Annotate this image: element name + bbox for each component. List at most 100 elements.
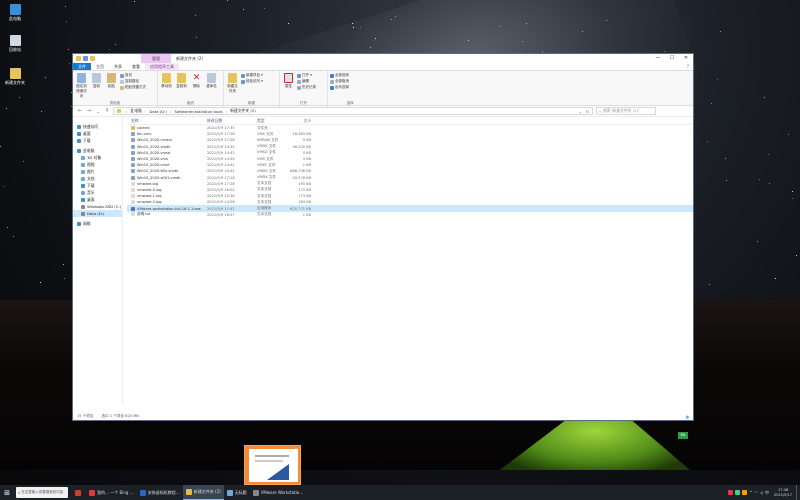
delete-x-icon: ✕ xyxy=(192,73,201,83)
nav-item[interactable]: 图片 xyxy=(73,168,122,175)
breadcrumb-software[interactable]: SoftwareInstallation tools xyxy=(174,109,222,114)
history-icon xyxy=(297,85,301,90)
thumbnail-close-icon[interactable]: ✕ xyxy=(295,447,298,452)
desktop-icon-new-folder[interactable]: 新建文件夹 xyxy=(0,68,30,86)
nav-item[interactable]: Data (D:) xyxy=(73,210,122,217)
chevron-up-icon[interactable]: ^ xyxy=(749,490,752,495)
minimize-button[interactable]: — xyxy=(651,54,665,63)
volume-icon[interactable]: ◁ xyxy=(760,490,763,495)
column-date[interactable]: 修改日期 xyxy=(207,118,257,124)
file-type-icon xyxy=(131,212,135,217)
network-icon[interactable]: ◠ xyxy=(754,490,758,495)
file-size: 16,383 KB xyxy=(292,132,311,137)
selection-info: 选中 1 个项目 620 MB xyxy=(101,414,139,418)
edit-button[interactable]: 编辑 xyxy=(297,79,316,84)
search-icon: ⌕ xyxy=(599,108,602,114)
ime-indicator[interactable]: 中 xyxy=(765,490,769,496)
column-name[interactable]: 名称 xyxy=(127,118,207,124)
column-type[interactable]: 类型 xyxy=(257,118,287,124)
recent-locations-chevron-icon[interactable]: ⌄ xyxy=(95,109,101,114)
open-group-label: 打开 xyxy=(300,101,307,105)
nav-item[interactable]: 桌面 xyxy=(73,130,122,137)
forward-arrow-icon[interactable]: → xyxy=(86,108,92,114)
taskbar-app[interactable]: 我的… 一个 Bing … xyxy=(86,485,137,500)
file-row[interactable]: 说明.txt 2021/5/9 16:57 文本文档 1 KB xyxy=(127,212,693,218)
show-desktop-button[interactable] xyxy=(796,485,798,500)
tray-app-icon[interactable] xyxy=(742,490,748,495)
refresh-icon[interactable]: ↻ xyxy=(586,109,589,114)
select-none-button[interactable]: 全部取消 xyxy=(330,79,349,84)
new-folder-icon[interactable] xyxy=(90,56,95,61)
file-type-icon xyxy=(131,187,135,192)
file-size: 29,376 KB xyxy=(292,175,311,180)
copy-path-button[interactable]: 复制路径 xyxy=(120,79,146,84)
network-icon xyxy=(77,221,81,226)
star-icon xyxy=(77,124,81,129)
search-box[interactable]: ⌕ 搜索"新建文件夹 (2)" xyxy=(596,107,656,115)
clock[interactable]: 17:48 2021/5/17 xyxy=(774,488,792,498)
taskbar-thumbnail-preview[interactable]: ✕ xyxy=(244,445,301,485)
taskbar-app[interactable]: 新建文件夹 (2) xyxy=(182,485,224,500)
clipboard-group: 固定到快速访问 复制 粘贴 剪切 复制路径 粘贴快捷方式 剪贴板 xyxy=(73,71,158,107)
select-none-icon xyxy=(330,79,334,84)
close-button[interactable]: ✕ xyxy=(679,54,693,63)
history-button[interactable]: 历史记录 xyxy=(297,85,316,90)
breadcrumb-data-drive[interactable]: Data (D:) xyxy=(149,109,166,114)
nav-item[interactable]: Windows-SSD (C:) xyxy=(73,203,122,210)
nav-item[interactable]: 快速访问 xyxy=(73,123,122,130)
taskbar-app[interactable]: 安装虚拟机教程… xyxy=(137,485,183,500)
nav-item[interactable]: 网络 xyxy=(73,220,122,227)
column-size[interactable]: 大小 xyxy=(287,118,311,124)
tab-home[interactable]: 主页 xyxy=(91,63,109,70)
item-count: 15 个项目 xyxy=(77,414,94,418)
breadcrumb-this-pc[interactable]: 此电脑 xyxy=(131,108,142,114)
invert-selection-button[interactable]: 反向选择 xyxy=(330,85,349,90)
back-arrow-icon[interactable]: ← xyxy=(77,108,83,114)
maximize-button[interactable]: ☐ xyxy=(665,54,679,63)
file-rows: caches 2021/5/9 17:35 文件夹 bin.vmx 2021/5/9 1… xyxy=(127,125,693,218)
taskbar-app[interactable]: 无标题 xyxy=(224,485,250,500)
address-dropdown-chevron-icon[interactable]: ⌄ xyxy=(579,109,582,114)
open-icon xyxy=(297,73,301,78)
desktop-icon-recycle-bin[interactable]: 回收站 xyxy=(0,35,30,53)
nav-item[interactable]: 3D 对象 xyxy=(73,154,122,161)
tab-share[interactable]: 共享 xyxy=(109,63,127,70)
nav-item[interactable]: 音乐 xyxy=(73,189,122,196)
desktop-icon-this-pc[interactable]: 此电脑 xyxy=(0,4,30,22)
file-date: 2021/5/9 17:47 xyxy=(207,206,235,211)
tab-view[interactable]: 查看 xyxy=(127,63,145,70)
taskbar-search-input[interactable]: 在这里输入你要搜索的内容 xyxy=(21,490,63,495)
view-toggle-icon[interactable]: ▦ xyxy=(686,415,689,419)
new-item-button[interactable]: 新建项目 ▾ xyxy=(241,73,263,78)
help-icon[interactable]: ? xyxy=(687,64,693,69)
tray-app-icon[interactable] xyxy=(728,490,734,495)
notepad-icon xyxy=(226,489,233,496)
select-all-button[interactable]: 全部选择 xyxy=(330,73,349,78)
taskbar-app[interactable]: VMware Workstatio… xyxy=(250,485,307,500)
start-button[interactable]: ⊞ xyxy=(0,485,14,500)
taskbar-search[interactable]: ⌕ 在这里输入你要搜索的内容 xyxy=(16,487,68,498)
breadcrumb-current-folder[interactable]: 新建文件夹 (2) xyxy=(230,108,256,114)
address-bar[interactable]: › 此电脑 › Data (D:) › SoftwareInstallation… xyxy=(113,107,593,115)
taskbar-app[interactable] xyxy=(72,485,86,500)
nav-item[interactable]: 视频 xyxy=(73,161,122,168)
nav-item[interactable]: 此电脑 xyxy=(73,147,122,154)
tab-application-tools[interactable]: 应用程序工具 xyxy=(145,63,179,70)
tray-app-icon[interactable] xyxy=(735,490,741,495)
paste-shortcut-button[interactable]: 粘贴快捷方式 xyxy=(120,85,146,90)
title-bar[interactable]: 管理 新建文件夹 (2) — ☐ ✕ xyxy=(73,54,693,63)
easy-access-button[interactable]: 轻松访问 ▾ xyxy=(241,79,263,84)
file-type-icon xyxy=(131,181,135,186)
nav-item[interactable]: 文档 xyxy=(73,175,122,182)
tab-file[interactable]: 文件 xyxy=(73,63,91,70)
file-type-icon xyxy=(131,144,135,149)
nav-item[interactable]: 下载 xyxy=(73,182,122,189)
nav-item[interactable]: 下载 xyxy=(73,137,122,144)
search-input[interactable]: 搜索"新建文件夹 (2)" xyxy=(603,108,640,114)
nav-item[interactable]: 桌面 xyxy=(73,196,122,203)
up-arrow-icon[interactable]: ↑ xyxy=(104,108,110,114)
open-button[interactable]: 打开 ▾ xyxy=(297,73,316,78)
properties-icon[interactable] xyxy=(83,56,88,61)
cut-button[interactable]: 剪切 xyxy=(120,73,146,78)
file-name: caches xyxy=(137,126,150,131)
